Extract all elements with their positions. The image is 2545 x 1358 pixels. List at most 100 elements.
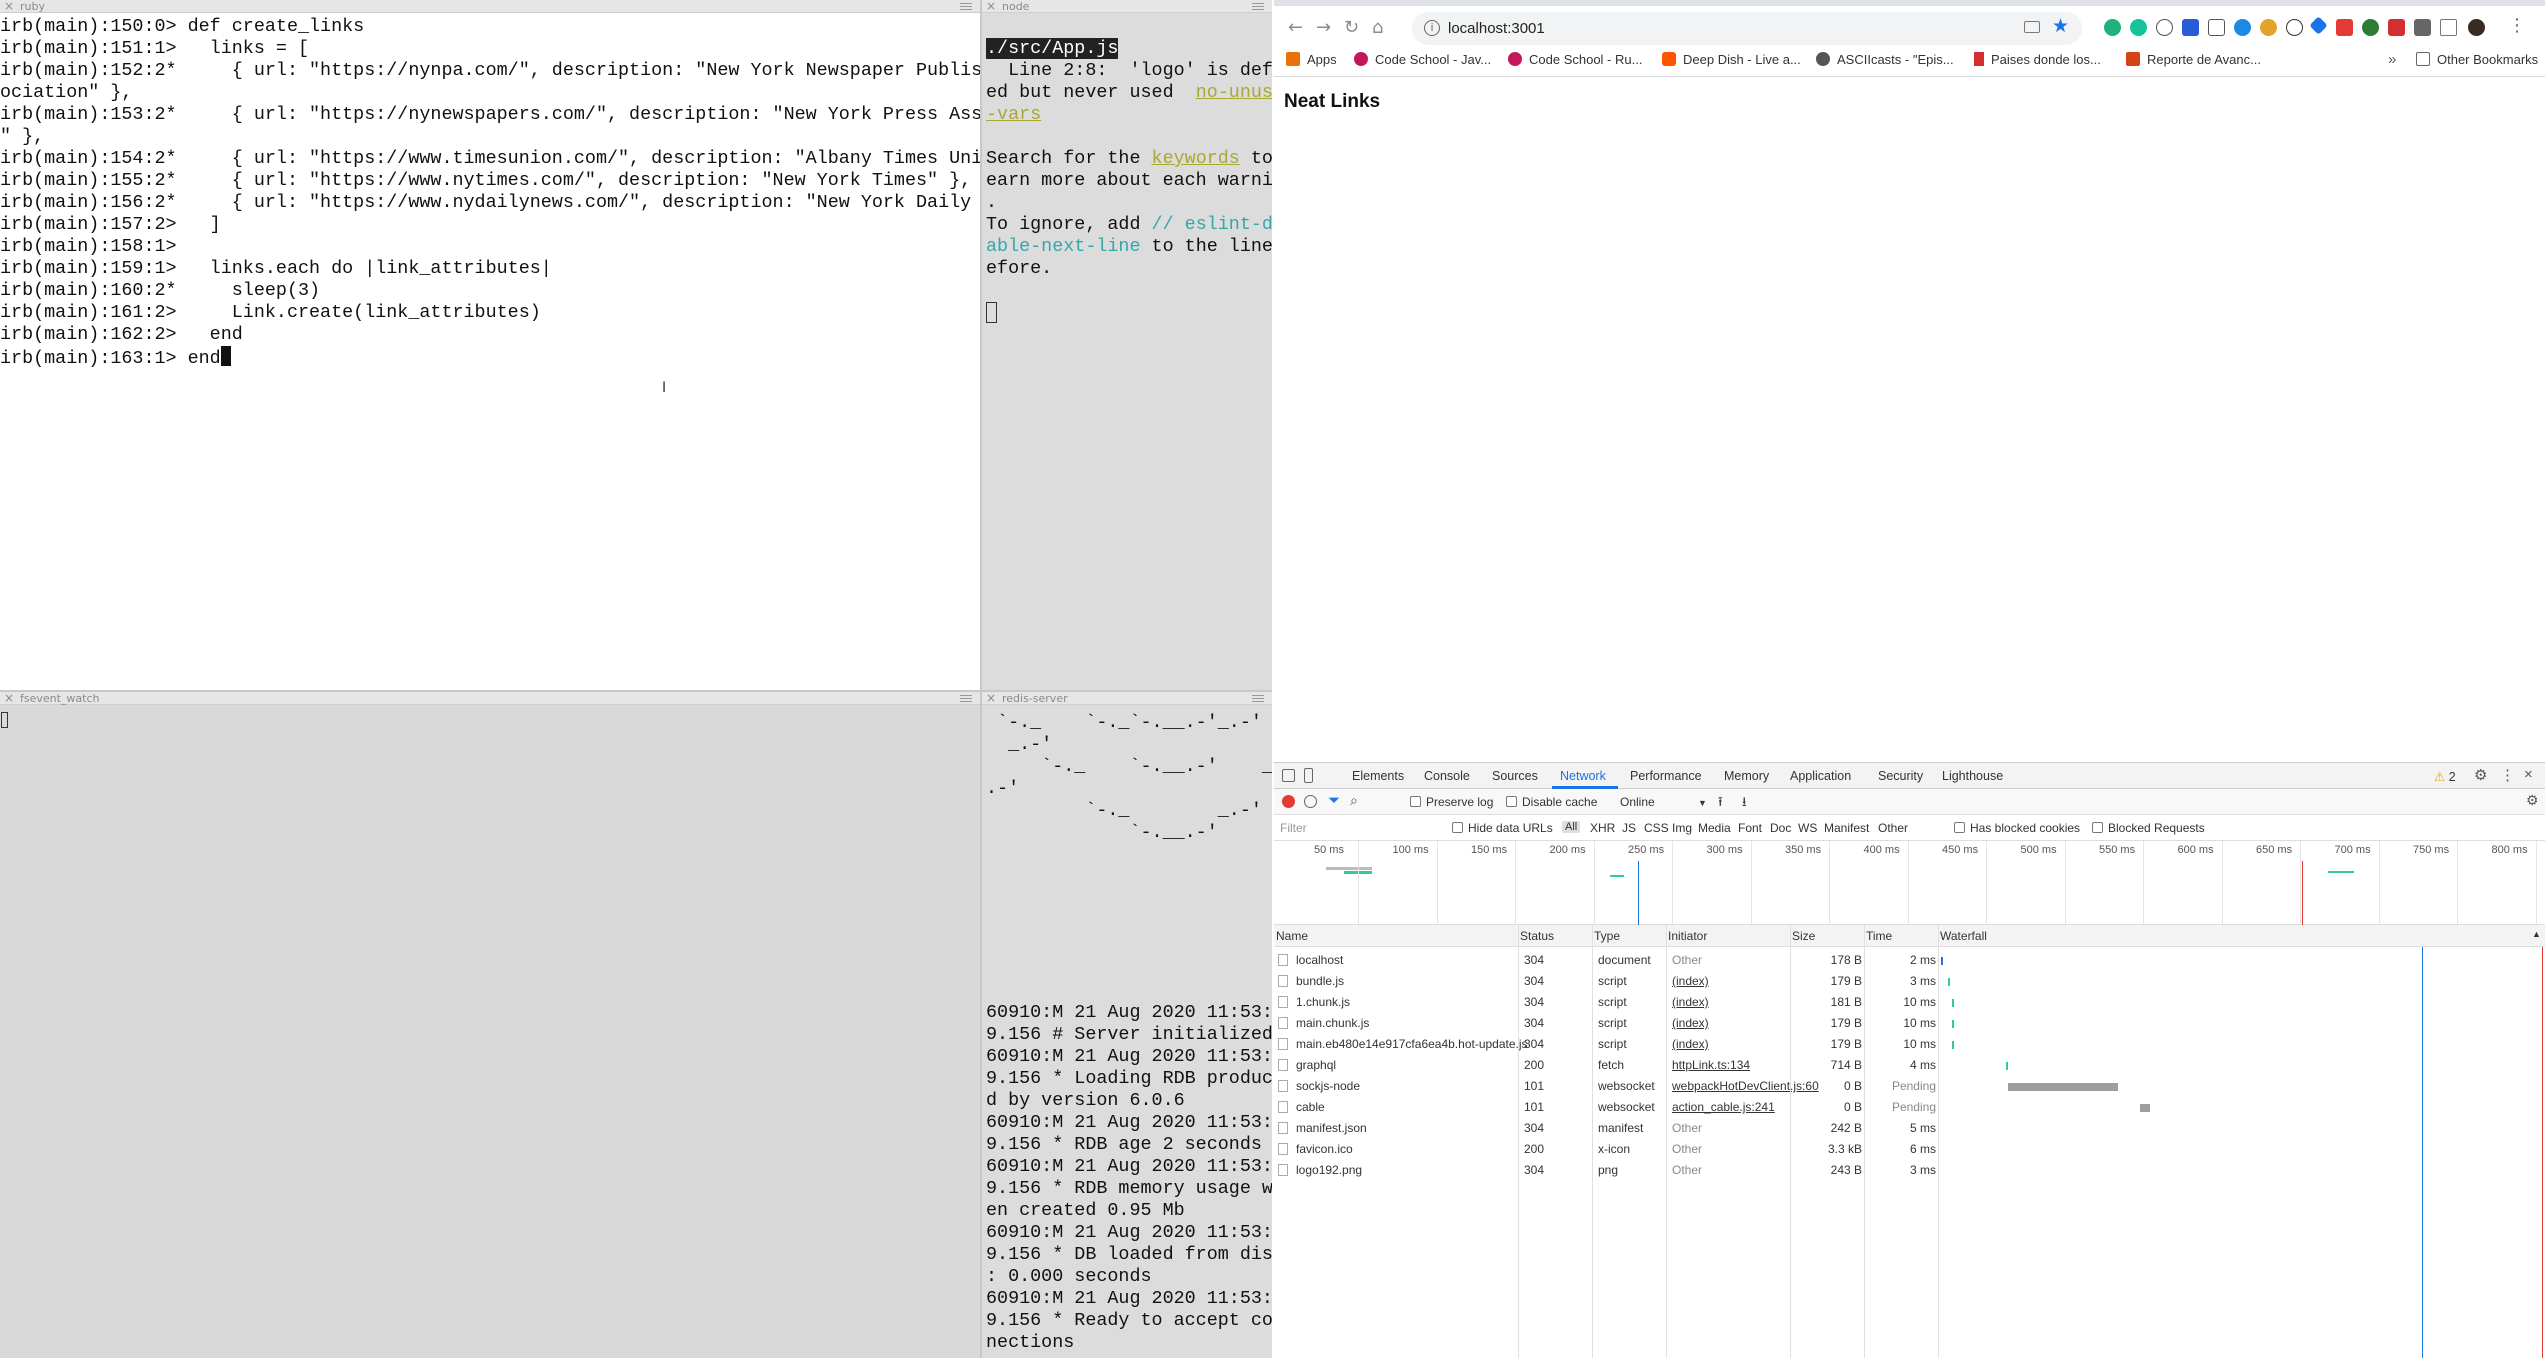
network-request-row[interactable]: graphql 200 fetch httpLink.ts:134 714 B 4 ms	[1274, 1055, 2545, 1076]
cast-icon[interactable]	[2024, 21, 2040, 33]
settings-icon[interactable]: ⚙	[2474, 766, 2487, 784]
extension-icon[interactable]	[2156, 19, 2173, 36]
column-divider[interactable]	[1518, 925, 1519, 1358]
extension-icon[interactable]	[2336, 19, 2353, 36]
extension-icon[interactable]	[2362, 19, 2379, 36]
star-icon[interactable]: ★	[2052, 15, 2069, 38]
record-icon[interactable]	[1282, 795, 1295, 808]
more-bookmarks-icon[interactable]: »	[2388, 51, 2396, 69]
column-header-initiator[interactable]: Initiator	[1668, 929, 1707, 943]
bookmark-item[interactable]: Paises donde los...	[1974, 51, 2101, 69]
close-icon[interactable]: ×	[986, 692, 996, 705]
filter-js[interactable]: JS	[1622, 821, 1636, 835]
cell-name[interactable]: 1.chunk.js	[1296, 995, 1350, 1009]
cell-initiator[interactable]: (index)	[1672, 995, 1709, 1009]
network-request-row[interactable]: 1.chunk.js 304 script (index) 181 B 10 ms	[1274, 992, 2545, 1013]
filter-input[interactable]: Filter	[1280, 821, 1440, 835]
bookmark-item[interactable]: ASCIIcasts - "Epis...	[1816, 51, 1954, 69]
bookmark-item[interactable]: Reporte de Avanc...	[2126, 51, 2261, 69]
network-request-row[interactable]: cable 101 websocket action_cable.js:241 0 B P…	[1274, 1097, 2545, 1118]
filter-font[interactable]: Font	[1738, 821, 1762, 835]
filter-all[interactable]: All	[1562, 821, 1581, 833]
cell-initiator[interactable]: (index)	[1672, 1016, 1709, 1030]
column-divider[interactable]	[1790, 925, 1791, 1358]
bookmark-item[interactable]: Code School - Ru...	[1508, 51, 1642, 69]
extension-icon[interactable]	[2104, 19, 2121, 36]
node-terminal-pane[interactable]: × node ./src/App.js Line 2:8: 'logo' is …	[982, 0, 1272, 690]
cell-initiator[interactable]: httpLink.ts:134	[1672, 1058, 1750, 1072]
export-har-icon[interactable]: ⭳	[1742, 793, 1747, 815]
filter-css[interactable]: CSS	[1644, 821, 1669, 835]
cell-initiator[interactable]: webpackHotDevClient.js:60	[1672, 1079, 1819, 1093]
network-request-row[interactable]: main.chunk.js 304 script (index) 179 B 10 ms	[1274, 1013, 2545, 1034]
blocked-requests-checkbox[interactable]: Blocked Requests	[2092, 821, 2205, 835]
cell-name[interactable]: localhost	[1296, 953, 1343, 967]
network-request-row[interactable]: main.eb480e14e917cfa6ea4b.hot-update.js 3…	[1274, 1034, 2545, 1055]
reload-icon[interactable]: ↻	[1344, 18, 1359, 38]
hide-data-urls-checkbox[interactable]: Hide data URLs	[1452, 821, 1553, 835]
tab-security[interactable]: Security	[1878, 769, 1923, 783]
rule-link[interactable]: -vars	[986, 104, 1041, 125]
profile-avatar[interactable]	[2468, 19, 2485, 36]
close-icon[interactable]: ×	[4, 692, 14, 705]
extension-icon[interactable]	[2234, 19, 2251, 36]
column-header-time[interactable]: Time	[1866, 929, 1892, 943]
column-header-size[interactable]: Size	[1792, 929, 1815, 943]
column-header-name[interactable]: Name	[1276, 929, 1308, 943]
site-info-icon[interactable]: i	[1424, 20, 1440, 36]
has-blocked-cookies-checkbox[interactable]: Has blocked cookies	[1954, 821, 2080, 835]
filter-ws[interactable]: WS	[1798, 821, 1817, 835]
close-icon[interactable]: ×	[986, 0, 996, 13]
clear-icon[interactable]	[1304, 795, 1317, 808]
column-divider[interactable]	[1592, 925, 1593, 1358]
inspect-icon[interactable]	[1282, 769, 1295, 782]
other-bookmarks[interactable]: Other Bookmarks	[2416, 51, 2538, 69]
cell-name[interactable]: sockjs-node	[1296, 1079, 1360, 1093]
address-bar[interactable]: i localhost:3001 ★	[1412, 12, 2082, 45]
home-icon[interactable]: ⌂	[1372, 18, 1383, 38]
filter-manifest[interactable]: Manifest	[1824, 821, 1869, 835]
filter-img[interactable]: Img	[1672, 821, 1692, 835]
filter-xhr[interactable]: XHR	[1590, 821, 1615, 835]
sort-ascending-icon[interactable]: ▲	[2532, 929, 2541, 939]
network-request-row[interactable]: localhost 304 document Other 178 B 2 ms	[1274, 950, 2545, 971]
more-options-icon[interactable]: ⋮	[2500, 766, 2515, 784]
extension-icon[interactable]	[2309, 16, 2328, 35]
drag-handle-icon[interactable]	[1252, 3, 1264, 10]
media-icon[interactable]	[2440, 19, 2457, 36]
filter-icon[interactable]: ⏷	[1328, 792, 1340, 809]
cell-name[interactable]: logo192.png	[1296, 1163, 1362, 1177]
filter-other[interactable]: Other	[1878, 821, 1908, 835]
tab-memory[interactable]: Memory	[1724, 769, 1769, 783]
drag-handle-icon[interactable]	[1252, 695, 1264, 702]
extension-icon[interactable]	[2182, 19, 2199, 36]
cell-name[interactable]: graphql	[1296, 1058, 1336, 1072]
disable-cache-checkbox[interactable]: Disable cache	[1506, 795, 1597, 809]
cell-name[interactable]: bundle.js	[1296, 974, 1344, 988]
import-har-icon[interactable]: ⭱	[1718, 793, 1723, 815]
bookmark-item[interactable]: Deep Dish - Live a...	[1662, 51, 1801, 69]
tab-elements[interactable]: Elements	[1352, 769, 1404, 783]
device-toolbar-icon[interactable]	[1304, 768, 1313, 783]
cell-initiator[interactable]: (index)	[1672, 1037, 1709, 1051]
drag-handle-icon[interactable]	[960, 695, 972, 702]
close-icon[interactable]: ×	[4, 0, 14, 13]
cell-initiator[interactable]: (index)	[1672, 974, 1709, 988]
redis-terminal-pane[interactable]: × redis-server `-._ `-._`-.__.-'_.-' _.-…	[982, 692, 1272, 1358]
cell-name[interactable]: main.chunk.js	[1296, 1016, 1369, 1030]
network-request-row[interactable]: favicon.ico 200 x-icon Other 3.3 kB 6 ms	[1274, 1139, 2545, 1160]
extension-icon[interactable]	[2130, 19, 2147, 36]
bookmark-item[interactable]: Code School - Jav...	[1354, 51, 1491, 69]
network-request-row[interactable]: bundle.js 304 script (index) 179 B 3 ms	[1274, 971, 2545, 992]
url-text[interactable]: localhost:3001	[1448, 20, 1545, 37]
column-divider[interactable]	[1938, 925, 1939, 1358]
network-settings-icon[interactable]: ⚙	[2526, 792, 2539, 809]
network-request-row[interactable]: sockjs-node 101 websocket webpackHotDevClie…	[1274, 1076, 2545, 1097]
puzzle-icon[interactable]	[2414, 19, 2431, 36]
fsevent-terminal-pane[interactable]: × fsevent_watch	[0, 692, 980, 1358]
cell-name[interactable]: main.eb480e14e917cfa6ea4b.hot-update.js	[1296, 1037, 1528, 1051]
extension-icon[interactable]	[2286, 19, 2303, 36]
column-header-waterfall[interactable]: Waterfall	[1940, 929, 1987, 943]
network-request-row[interactable]: logo192.png 304 png Other 243 B 3 ms	[1274, 1160, 2545, 1181]
bookmark-apps[interactable]: Apps	[1286, 51, 1337, 69]
